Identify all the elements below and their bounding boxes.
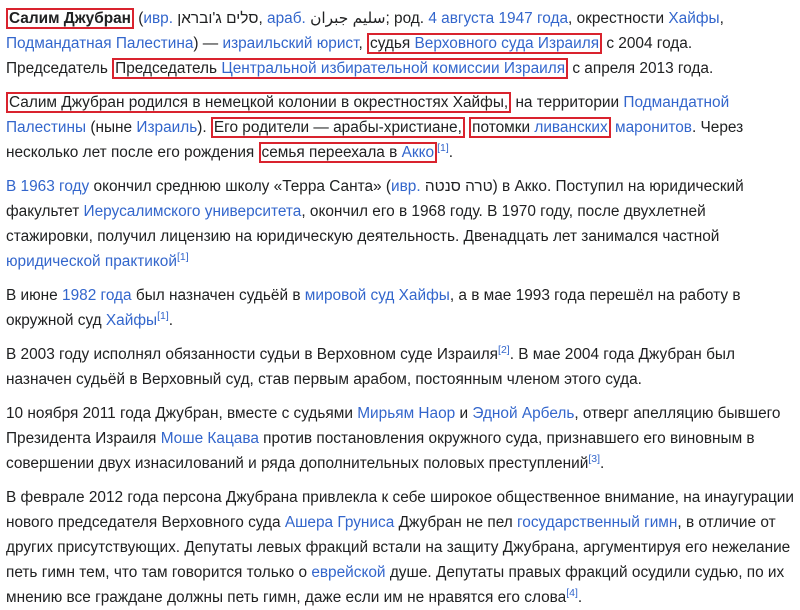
reference-1[interactable]: [1] [177,251,189,263]
link-hebrew-university[interactable]: Иерусалимского университета [84,203,302,220]
text: на территории [515,94,620,111]
link-hebrew-language[interactable]: ивр. [143,10,173,27]
link-arabic-language[interactable]: араб. [267,10,306,27]
reference-2[interactable]: [2] [498,344,510,356]
paragraph-katsav-appeal: 10 ноября 2011 года Джубран, вместе с су… [6,401,794,476]
paragraph-anthem: В феврале 2012 года персона Джубрана при… [6,485,794,610]
highlight-supreme-court-judge: судья Верховного суда Израиля [367,33,603,54]
text: В июне [6,287,58,304]
text: . [168,312,174,329]
text-chairman: Председатель [115,60,218,77]
link-hebrew-language[interactable]: ивр. [391,178,421,195]
text: ). [197,119,207,136]
link-1982-year[interactable]: 1982 года [62,287,132,304]
text: был назначен судьёй в [135,287,301,304]
link-election-commission[interactable]: Центральной избирательной комиссии Израи… [221,60,565,77]
reference-1[interactable]: [1] [437,142,449,154]
highlight-family-moved: семья переехала в Акко [258,142,438,163]
reference-3[interactable]: [3] [588,453,600,465]
link-moshe-katsav[interactable]: Моше Кацава [161,430,259,447]
intro-paragraph: Салим Джубран (ивр. סלים ג'ובראן, араб. … [6,8,724,79]
text: окончил среднюю школу «Терра Санта» ( [93,178,392,195]
highlight-parents: Его родители — арабы-христиане, [210,117,465,138]
link-haifa[interactable]: Хайфы [106,312,157,329]
link-mandatory-palestine[interactable]: Подмандатная Палестина [6,35,193,52]
link-lebanese[interactable]: ливанских [534,119,607,136]
link-supreme-court[interactable]: Верховного суда Израиля [415,35,599,52]
subject-name: Салим Джубран [9,10,131,27]
highlight-lebanese-descendants: потомки ливанских [469,117,611,138]
link-maronites[interactable]: маронитов [615,119,692,136]
text: , [358,35,363,52]
text: ) — [193,35,219,52]
paragraph-magistrate-career: В июне 1982 года был назначен судьёй в м… [6,283,794,333]
text: Джубран не пел [398,514,513,531]
highlight-subject-name: Салим Джубран [6,8,134,29]
link-israeli-lawyer[interactable]: израильский юрист [222,35,358,52]
link-national-anthem[interactable]: государственный гимн [517,514,677,531]
reference-1[interactable]: [1] [157,310,169,322]
paragraph-supreme-court: В 2003 году исполнял обязанности судьи в… [6,342,794,392]
link-birth-date[interactable]: 4 августа 1947 года [428,10,568,27]
text: с апреля 2013 года. [572,60,714,77]
link-asher-grunis[interactable]: Ашера Груниса [285,514,394,531]
text-born: ; род. [385,10,425,27]
text: . [448,144,454,161]
text: . [577,589,583,606]
text-family-moved: семья переехала в [261,144,398,161]
paragraph-education: В 1963 году окончил среднюю школу «Терра… [6,174,794,274]
text-judge: судья [370,35,411,52]
text: В 2003 году исполнял обязанности судьи в… [6,346,499,363]
highlight-birthplace: Салим Джубран родился в немецкой колонии… [6,92,512,113]
link-miriam-naor[interactable]: Мирьям Наор [357,405,455,422]
link-acre[interactable]: Акко [402,144,434,161]
link-jewish[interactable]: еврейской [311,564,385,581]
hebrew-name: סלים ג'ובראן [177,10,259,27]
link-haifa[interactable]: Хайфы [668,10,719,27]
link-legal-practice[interactable]: юридической практикой [6,253,177,270]
text: (ныне [90,119,133,136]
text: , [719,10,724,27]
text: и [459,405,469,422]
link-israel[interactable]: Израиль [136,119,197,136]
paragraph-early-life: Салим Джубран родился в немецкой колонии… [6,90,794,165]
link-edna-arbel[interactable]: Эдной Арбель [472,405,574,422]
reference-4[interactable]: [4] [566,587,578,599]
text: . [600,455,605,472]
link-1963-year[interactable]: В 1963 году [6,178,89,195]
text-descendants: потомки [472,119,531,136]
link-haifa-magistrate-court[interactable]: мировой суд Хайфы [305,287,450,304]
article-body: Салим Джубран (ивр. סלים ג'ובראן, араб. … [0,6,800,610]
text: , окрестности [568,10,665,27]
text: 10 ноября 2011 года Джубран, вместе с су… [6,405,353,422]
arabic-name: سليم جبران [310,10,386,27]
highlight-election-commission: Председатель Центральной избирательной к… [112,58,569,79]
hebrew-school-name: טרה סנטה [424,178,493,195]
